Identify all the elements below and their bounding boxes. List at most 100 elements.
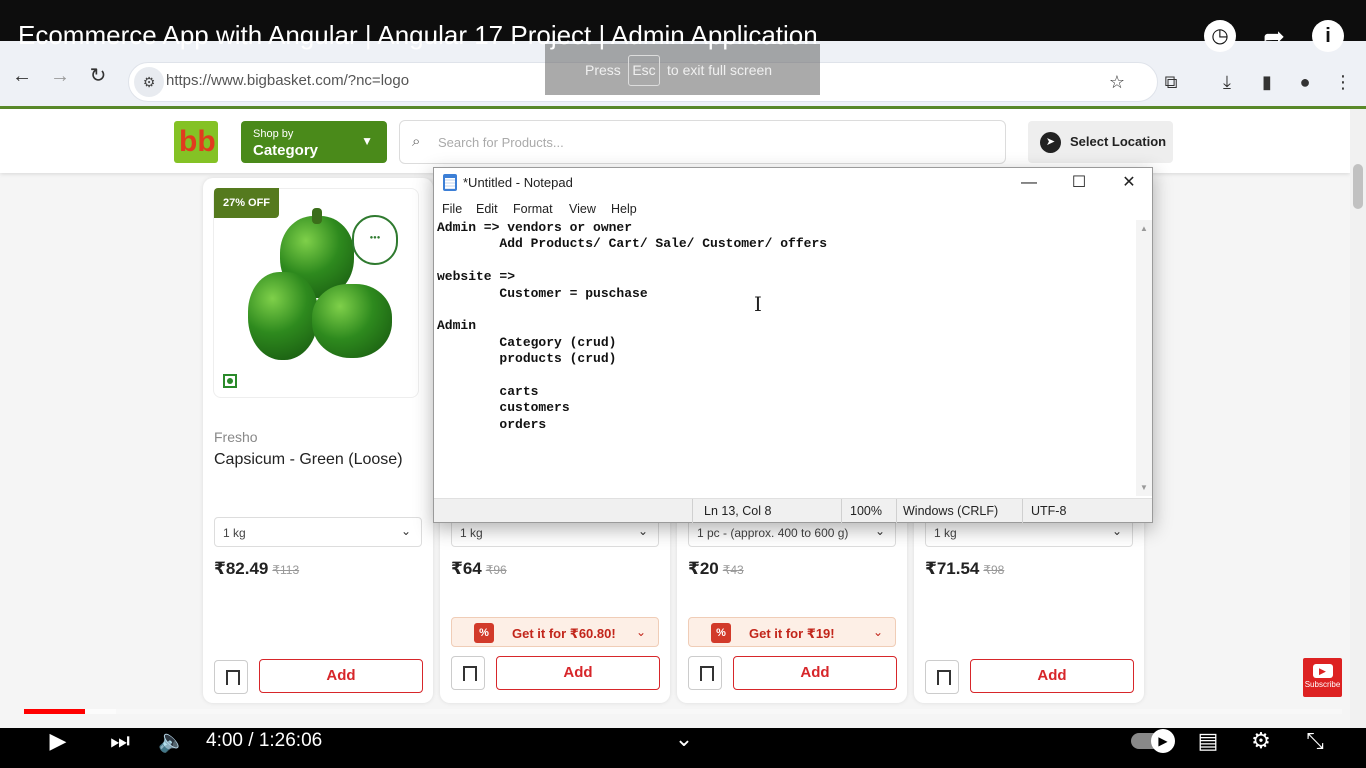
price: ₹20 ₹43 (688, 559, 744, 579)
quantity-value: 1 kg (223, 526, 246, 540)
sale-price: ₹82.49 (214, 559, 269, 578)
offer-button[interactable]: % Get it for ₹19! ⌄ (688, 617, 896, 647)
mrp: ₹96 (485, 563, 507, 577)
chrome-menu-icon[interactable]: ⋮ (1331, 70, 1355, 94)
notepad-scrollbar[interactable]: ▲ ▼ (1136, 220, 1152, 496)
notepad-titlebar[interactable]: *Untitled - Notepad — ☐ ✕ (434, 168, 1152, 198)
download-icon[interactable]: ⤓ (1215, 70, 1239, 94)
add-to-cart-button[interactable]: Add (733, 656, 897, 690)
settings-gear-icon[interactable]: ⚙ (1246, 728, 1276, 754)
status-divider (692, 499, 693, 523)
quantity-select[interactable]: 1 kg ⌄ (214, 517, 422, 547)
product-search-input[interactable]: ⌕ Search for Products... (399, 120, 1006, 164)
profile-avatar[interactable]: ● (1293, 70, 1317, 94)
played-bar (24, 709, 85, 714)
exit-fullscreen-icon[interactable]: ⤡ (1300, 728, 1330, 754)
bigbasket-logo[interactable]: bb (174, 121, 218, 163)
page-scrollbar[interactable] (1350, 109, 1366, 728)
back-icon[interactable]: ← (10, 64, 34, 88)
screen: ← → ↻ ⚙ https://www.bigbasket.com/?nc=lo… (0, 0, 1366, 768)
price: ₹64 ₹96 (451, 559, 507, 579)
bookmark-star-icon[interactable]: ☆ (1105, 70, 1129, 94)
notepad-icon (443, 174, 457, 191)
site-info-icon[interactable]: ⚙ (134, 67, 164, 97)
captions-icon[interactable]: ▤ (1193, 728, 1223, 754)
category-label: Category (253, 142, 319, 159)
menu-view[interactable]: View (569, 202, 596, 216)
chevron-down-icon: ⌄ (400, 524, 411, 538)
sale-price: ₹71.54 (925, 559, 980, 578)
select-location-button[interactable]: ➤ Select Location (1028, 121, 1173, 163)
side-panel-icon[interactable]: ▮ (1255, 70, 1279, 94)
product-name[interactable]: Capsicum - Green (Loose) (214, 451, 403, 469)
save-for-later-button[interactable] (925, 660, 959, 694)
offer-button[interactable]: % Get it for ₹60.80! ⌄ (451, 617, 659, 647)
forward-icon[interactable]: → (48, 64, 72, 88)
scroll-down-icon[interactable]: ▼ (1140, 483, 1148, 492)
shop-by-category-button[interactable]: Shop by Category ▼ (241, 121, 387, 163)
hint-prefix: Press (585, 62, 621, 78)
menu-help[interactable]: Help (611, 202, 637, 216)
play-icon[interactable]: ▶ (44, 728, 72, 754)
add-to-cart-button[interactable]: Add (259, 659, 423, 693)
status-divider (1022, 499, 1023, 523)
mrp: ₹43 (722, 563, 744, 577)
save-for-later-button[interactable] (688, 656, 722, 690)
chevron-down-icon: ⌄ (635, 625, 646, 639)
chevron-down-icon: ⌄ (872, 625, 883, 639)
address-url[interactable]: https://www.bigbasket.com/?nc=logo (166, 72, 409, 89)
volume-icon[interactable]: 🔈 (158, 728, 186, 754)
quantity-value: 1 kg (934, 526, 957, 540)
cursor-position: Ln 13, Col 8 (704, 504, 772, 518)
time-display: 4:00 / 1:26:06 (206, 730, 322, 752)
esc-key: Esc (628, 55, 660, 86)
extensions-icon[interactable]: ⧉ (1159, 70, 1183, 94)
chevron-down-icon: ⌄ (874, 524, 885, 538)
notepad-statusbar: Ln 13, Col 8 100% Windows (CRLF) UTF-8 (434, 498, 1152, 523)
chevron-down-icon[interactable]: ⌄ (670, 726, 698, 752)
add-to-cart-button[interactable]: Add (970, 659, 1134, 693)
line-ending: Windows (CRLF) (903, 504, 999, 518)
mrp: ₹113 (272, 563, 300, 577)
pepper-image (312, 284, 392, 358)
minimize-icon[interactable]: — (1004, 168, 1054, 198)
close-icon[interactable]: ✕ (1104, 168, 1154, 198)
scroll-up-icon[interactable]: ▲ (1140, 224, 1148, 233)
time-total: 1:26:06 (258, 730, 323, 751)
offer-bag-icon: % (711, 623, 731, 643)
veg-icon (223, 374, 237, 388)
notepad-text-area[interactable]: Admin => vendors or owner Add Products/ … (437, 220, 1137, 495)
offer-bag-icon: % (474, 623, 494, 643)
notepad-window: *Untitled - Notepad — ☐ ✕ File Edit Form… (433, 167, 1153, 523)
reload-icon[interactable]: ↻ (86, 64, 110, 88)
subscribe-button[interactable]: ▶ Subscribe (1303, 658, 1342, 697)
notepad-menubar: File Edit Format View Help (434, 198, 1152, 220)
pepper-stem (312, 208, 322, 224)
hint-suffix: to exit full screen (667, 62, 773, 78)
status-divider (896, 499, 897, 523)
menu-file[interactable]: File (442, 202, 462, 216)
maximize-icon[interactable]: ☐ (1054, 168, 1104, 198)
sale-price: ₹64 (451, 559, 482, 578)
logo-text: bb (179, 125, 216, 158)
add-to-cart-button[interactable]: Add (496, 656, 660, 690)
video-title[interactable]: Ecommerce App with Angular | Angular 17 … (18, 20, 818, 50)
subscribe-label: Subscribe (1304, 680, 1341, 689)
autoplay-toggle[interactable]: ▶ (1131, 729, 1175, 753)
scrollbar-thumb[interactable] (1353, 164, 1363, 209)
search-placeholder: Search for Products... (438, 135, 564, 150)
progress-bar[interactable] (24, 709, 1342, 714)
info-icon[interactable]: i (1312, 20, 1344, 52)
menu-edit[interactable]: Edit (476, 202, 498, 216)
save-for-later-button[interactable] (451, 656, 485, 690)
fullscreen-hint: Press Esc to exit full screen (545, 44, 820, 95)
save-for-later-button[interactable] (214, 660, 248, 694)
next-icon[interactable]: ⏭ (106, 728, 134, 754)
share-icon[interactable]: ➦ (1258, 20, 1290, 52)
notepad-title: *Untitled - Notepad (463, 175, 573, 190)
caret-down-icon: ▼ (361, 134, 373, 148)
menu-format[interactable]: Format (513, 202, 553, 216)
status-divider (841, 499, 842, 523)
text-cursor-icon: I (754, 292, 762, 316)
watch-later-icon[interactable]: ◷ (1204, 20, 1236, 52)
